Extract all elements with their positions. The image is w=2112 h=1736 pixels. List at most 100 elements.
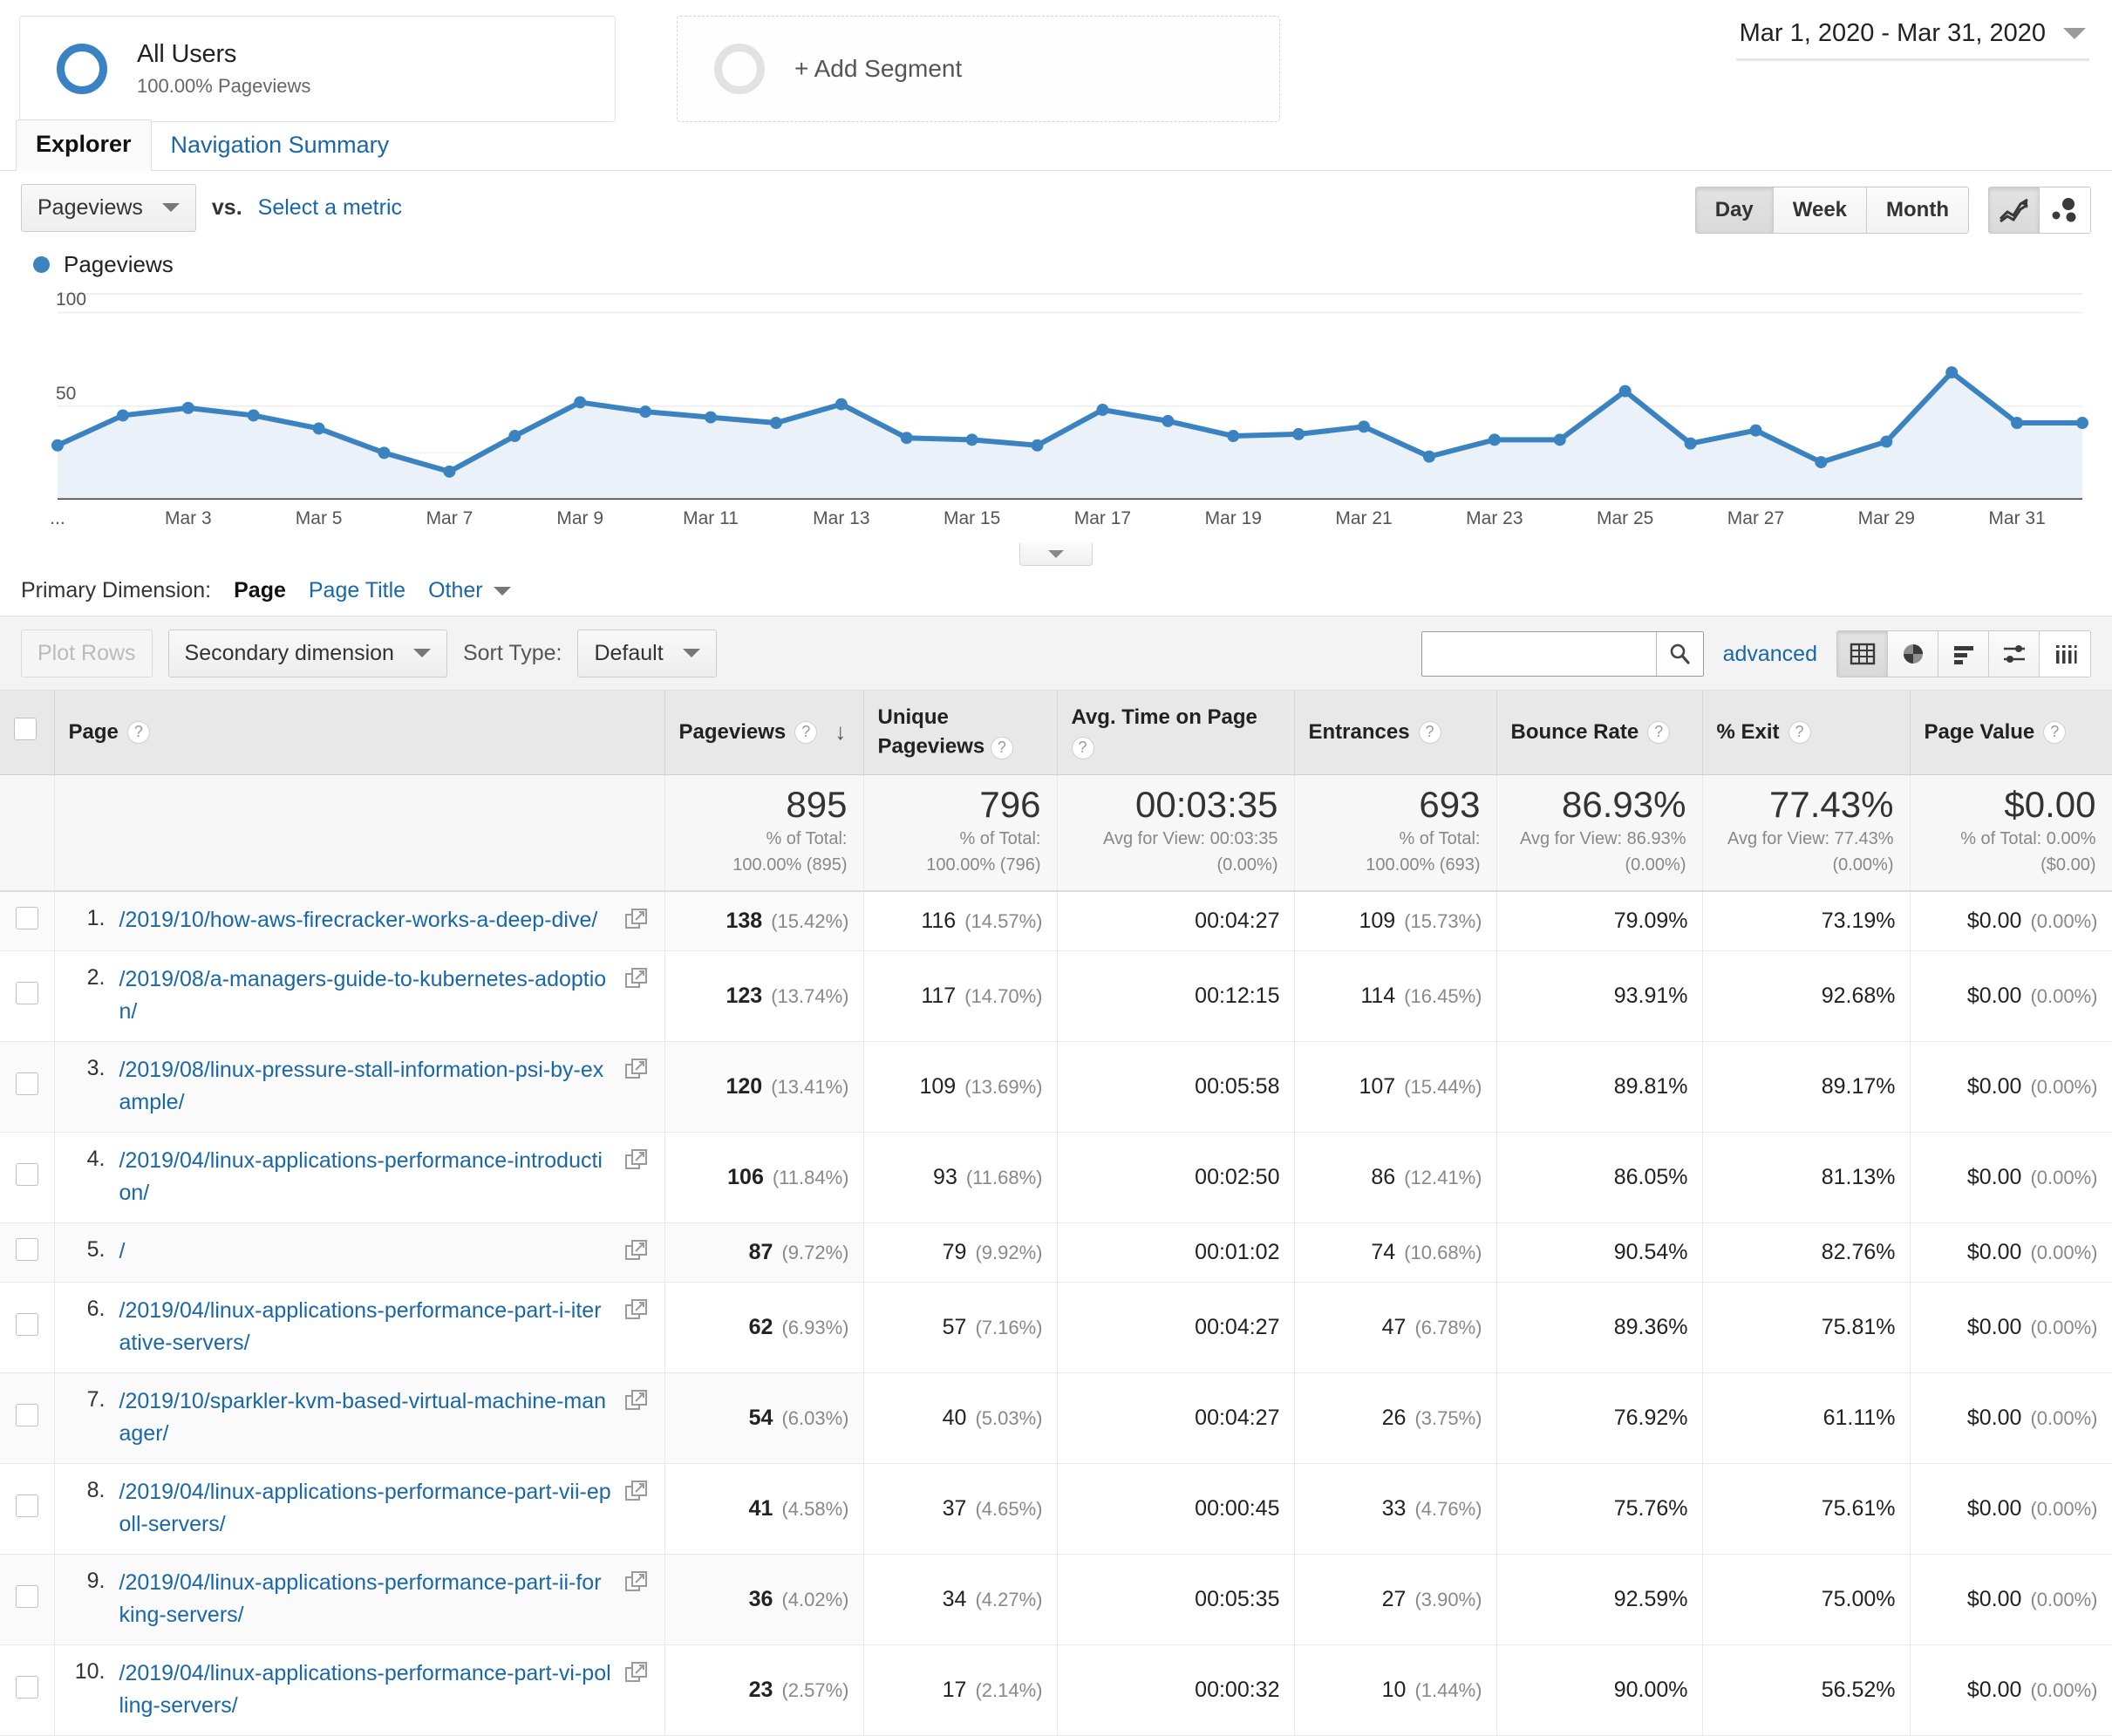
pie-chart-view-icon[interactable] [1888, 631, 1938, 677]
open-in-new-window-icon[interactable] [624, 1567, 651, 1601]
line-chart-icon[interactable] [1989, 187, 2040, 233]
tab-navigation-summary[interactable]: Navigation Summary [152, 121, 409, 171]
row-page-link[interactable]: /2019/08/linux-pressure-stall-informatio… [119, 1054, 624, 1120]
tab-explorer[interactable]: Explorer [16, 119, 152, 171]
open-in-new-window-icon[interactable] [624, 963, 651, 997]
column-header-pageviews[interactable]: Pageviews ? ↓ [664, 691, 864, 775]
help-icon[interactable]: ? [2043, 720, 2067, 744]
select-a-metric-link[interactable]: Select a metric [258, 195, 402, 221]
primary-dimension-bar: Primary Dimension: Page Page Title Other [0, 566, 2112, 616]
row-unique-pageviews-value: 37 [942, 1495, 967, 1521]
help-icon[interactable]: ? [126, 720, 150, 744]
help-icon[interactable]: ? [1418, 720, 1441, 744]
row-exit-pct-cell: 73.19% [1702, 890, 1911, 951]
report-tabs: Explorer Navigation Summary [0, 119, 2112, 171]
row-select-cell [0, 1041, 55, 1133]
row-checkbox[interactable] [15, 1162, 38, 1186]
open-in-new-window-icon[interactable] [624, 904, 651, 938]
row-page-value-pct: (0.00%) [2030, 1241, 2098, 1263]
table-view-icon[interactable] [1837, 631, 1888, 677]
primary-dimension-other[interactable]: Other [428, 578, 511, 603]
row-bounce-rate-cell: 93.91% [1496, 950, 1703, 1042]
row-page-link[interactable]: /2019/04/linux-applications-performance-… [119, 1295, 624, 1360]
view-type-group [1836, 630, 2091, 677]
motion-chart-icon[interactable] [2040, 187, 2090, 233]
row-checkbox[interactable] [15, 981, 38, 1004]
advanced-link[interactable]: advanced [1723, 642, 1817, 667]
row-entrances-cell: 10 (1.44%) [1294, 1644, 1497, 1736]
primary-dimension-page[interactable]: Page [234, 578, 286, 603]
add-segment-button[interactable]: + Add Segment [677, 16, 1280, 122]
primary-dimension-page-title[interactable]: Page Title [309, 578, 405, 603]
row-page-value-pct: (0.00%) [2030, 1497, 2098, 1520]
chart-collapse-handle[interactable] [1019, 543, 1093, 566]
granularity-week[interactable]: Week [1773, 187, 1868, 233]
open-in-new-window-icon[interactable] [624, 1054, 651, 1088]
row-page-value-cell: $0.00 (0.00%) [1910, 1041, 2112, 1133]
row-select-cell [0, 1132, 55, 1223]
row-page-link[interactable]: /2019/04/linux-applications-performance-… [119, 1145, 624, 1210]
open-in-new-window-icon[interactable] [624, 1476, 651, 1510]
granularity-day[interactable]: Day [1695, 187, 1774, 233]
x-axis-tick: Mar 17 [1073, 508, 1132, 528]
summary-bounce-rate: 86.93% Avg for View: 86.93% (0.00%) [1496, 774, 1703, 892]
secondary-dimension-button[interactable]: Secondary dimension [167, 629, 447, 677]
summary-exit-pct: 77.43% Avg for View: 77.43% (0.00%) [1702, 774, 1911, 892]
date-range-selector[interactable]: Mar 1, 2020 - Mar 31, 2020 [1735, 14, 2089, 61]
open-in-new-window-icon[interactable] [624, 1385, 651, 1419]
row-select-cell [0, 890, 55, 951]
bar-chart-view-icon[interactable] [1938, 631, 1989, 677]
row-page-link[interactable]: /2019/08/a-managers-guide-to-kubernetes-… [119, 963, 624, 1029]
help-icon[interactable]: ? [1071, 736, 1094, 759]
row-checkbox[interactable] [15, 906, 38, 929]
open-in-new-window-icon[interactable] [624, 1145, 651, 1179]
column-header-entrances[interactable]: Entrances ? [1294, 691, 1497, 775]
row-avg-time-cell: 00:00:32 [1057, 1644, 1295, 1736]
row-page-link[interactable]: /2019/10/sparkler-kvm-based-virtual-mach… [119, 1385, 624, 1451]
column-header-exit-pct[interactable]: % Exit ? [1702, 691, 1911, 775]
table-row: 5. / 87 (9.72%) 79 (9.92%) 00:01:02 74 (10.… [0, 1222, 2112, 1283]
row-checkbox[interactable] [15, 1237, 38, 1261]
sort-type-button[interactable]: Default [577, 629, 717, 677]
column-header-page[interactable]: Page ? [54, 691, 665, 775]
help-icon[interactable]: ? [1788, 720, 1811, 744]
plot-rows-button[interactable]: Plot Rows [21, 629, 153, 677]
comparison-view-icon[interactable] [1989, 631, 2040, 677]
search-button[interactable] [1655, 632, 1703, 676]
open-in-new-window-icon[interactable] [624, 1236, 651, 1270]
search-box [1420, 631, 1704, 677]
help-icon[interactable]: ? [794, 720, 818, 744]
row-select-cell [0, 1644, 55, 1736]
row-page-link[interactable]: /2019/04/linux-applications-performance-… [119, 1476, 624, 1542]
select-all-checkbox[interactable] [14, 718, 37, 741]
row-checkbox[interactable] [15, 1494, 38, 1517]
row-exit-pct-cell: 92.68% [1702, 950, 1911, 1042]
metric-select-button[interactable]: Pageviews [21, 183, 196, 232]
row-checkbox[interactable] [15, 1312, 38, 1336]
row-page-link[interactable]: /2019/10/how-aws-firecracker-works-a-dee… [119, 904, 624, 937]
column-header-bounce-rate[interactable]: Bounce Rate ? [1496, 691, 1703, 775]
search-input[interactable] [1421, 632, 1656, 676]
row-unique-pageviews-cell: 116 (14.57%) [863, 890, 1058, 951]
open-in-new-window-icon[interactable] [624, 1295, 651, 1329]
help-icon[interactable]: ? [1647, 720, 1671, 744]
row-page-link[interactable]: / [119, 1236, 624, 1269]
pageviews-chart[interactable]: 100 50 ... Mar 3 Mar 5 Mar 7 Mar 9 Mar 11 Mar … [23, 289, 2089, 543]
granularity-month[interactable]: Month [1867, 187, 1968, 233]
row-page-value-pct: (0.00%) [2030, 1588, 2098, 1610]
row-checkbox[interactable] [15, 1072, 38, 1095]
row-checkbox[interactable] [15, 1675, 38, 1699]
row-checkbox[interactable] [15, 1584, 38, 1608]
column-header-avg-time-on-page[interactable]: Avg. Time on Page ? [1057, 691, 1295, 775]
column-header-unique-pageviews[interactable]: Unique Pageviews ? [863, 691, 1058, 775]
segment-all-users[interactable]: All Users 100.00% Pageviews [19, 16, 616, 122]
row-page-link[interactable]: /2019/04/linux-applications-performance-… [119, 1658, 624, 1723]
open-in-new-window-icon[interactable] [624, 1658, 651, 1692]
row-exit-pct-cell: 75.61% [1702, 1463, 1911, 1555]
help-icon[interactable]: ? [990, 736, 1013, 759]
row-page-link[interactable]: /2019/04/linux-applications-performance-… [119, 1567, 624, 1632]
pivot-view-icon[interactable] [2040, 631, 2090, 677]
column-header-page-value[interactable]: Page Value ? [1910, 691, 2112, 775]
row-checkbox[interactable] [15, 1403, 38, 1426]
row-unique-pageviews-pct: (13.69%) [964, 1075, 1043, 1098]
